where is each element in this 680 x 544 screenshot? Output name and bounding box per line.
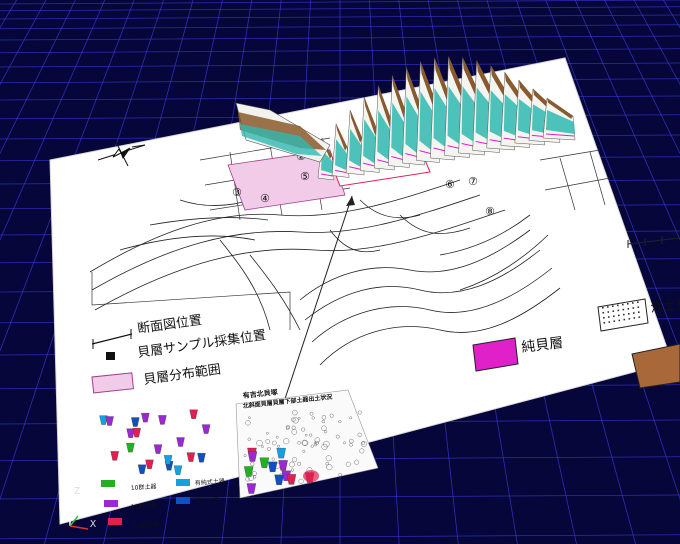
marker-7: ⑦ (468, 175, 478, 188)
pattern-dot (628, 313, 630, 315)
pattern-dot (622, 308, 625, 311)
axis-x-label: X (90, 519, 97, 530)
pattern-dot (617, 309, 620, 312)
grid-line (0, 0, 47, 86)
pattern-dot (628, 318, 631, 320)
pattern-dot (638, 311, 640, 313)
legend-mixed-soil-label: 混土貝層 (650, 295, 680, 316)
pattern-dot (613, 315, 615, 317)
pottery-key-label-jomon: 縄紋土器 (195, 495, 220, 505)
pattern-dot (612, 310, 615, 312)
pattern-dot (612, 305, 614, 307)
pattern-dot (623, 313, 625, 316)
pattern-dot (608, 316, 610, 318)
pattern-dot (613, 320, 616, 322)
3d-viewport[interactable]: ② ③ ④ ⑤ ⑥ ⑦ ⑧ 断面図位置 貝層サンプル採集位置 貝層分布範囲 (0, 0, 680, 544)
pattern-dot (627, 308, 630, 310)
pottery-key-label-12: 12群土器 (134, 520, 160, 530)
pattern-dot (608, 321, 611, 323)
pattern-dot (602, 307, 604, 309)
pattern-dot (627, 303, 629, 305)
3d-scene[interactable]: ② ③ ④ ⑤ ⑥ ⑦ ⑧ 断面図位置 貝層サンプル採集位置 貝層分布範囲 (0, 0, 680, 544)
pattern-dot (632, 307, 635, 309)
axis-gizmo: Z X (62, 486, 102, 532)
marker-5: ⑤ (300, 170, 310, 183)
axis-z-label: Z (74, 486, 81, 497)
grid-line (663, 0, 680, 29)
marker-3: ③ (232, 186, 242, 199)
pattern-dot (633, 312, 635, 314)
pattern-dot (617, 304, 619, 307)
pattern-dot (623, 318, 626, 321)
grid-line (0, 0, 17, 29)
pattern-dot (618, 319, 621, 322)
pattern-dot (637, 306, 640, 308)
pattern-dot (633, 317, 636, 319)
marker-8: ⑧ (485, 205, 495, 218)
pattern-dot (618, 314, 620, 317)
pattern-dot (637, 301, 639, 303)
pottery-cluster-icon (303, 470, 319, 482)
pattern-dot (638, 316, 641, 318)
grid-line (633, 0, 680, 86)
pattern-dot (603, 322, 606, 324)
marker-6: ⑥ (445, 178, 455, 191)
marker-4: ④ (260, 192, 270, 205)
scale-bar (627, 236, 680, 248)
pattern-dot (632, 302, 634, 304)
pattern-dot (602, 312, 605, 314)
pattern-dot (622, 303, 624, 306)
pattern-dot (607, 306, 609, 308)
pattern-dot (607, 311, 610, 313)
pattern-dot (603, 317, 605, 319)
